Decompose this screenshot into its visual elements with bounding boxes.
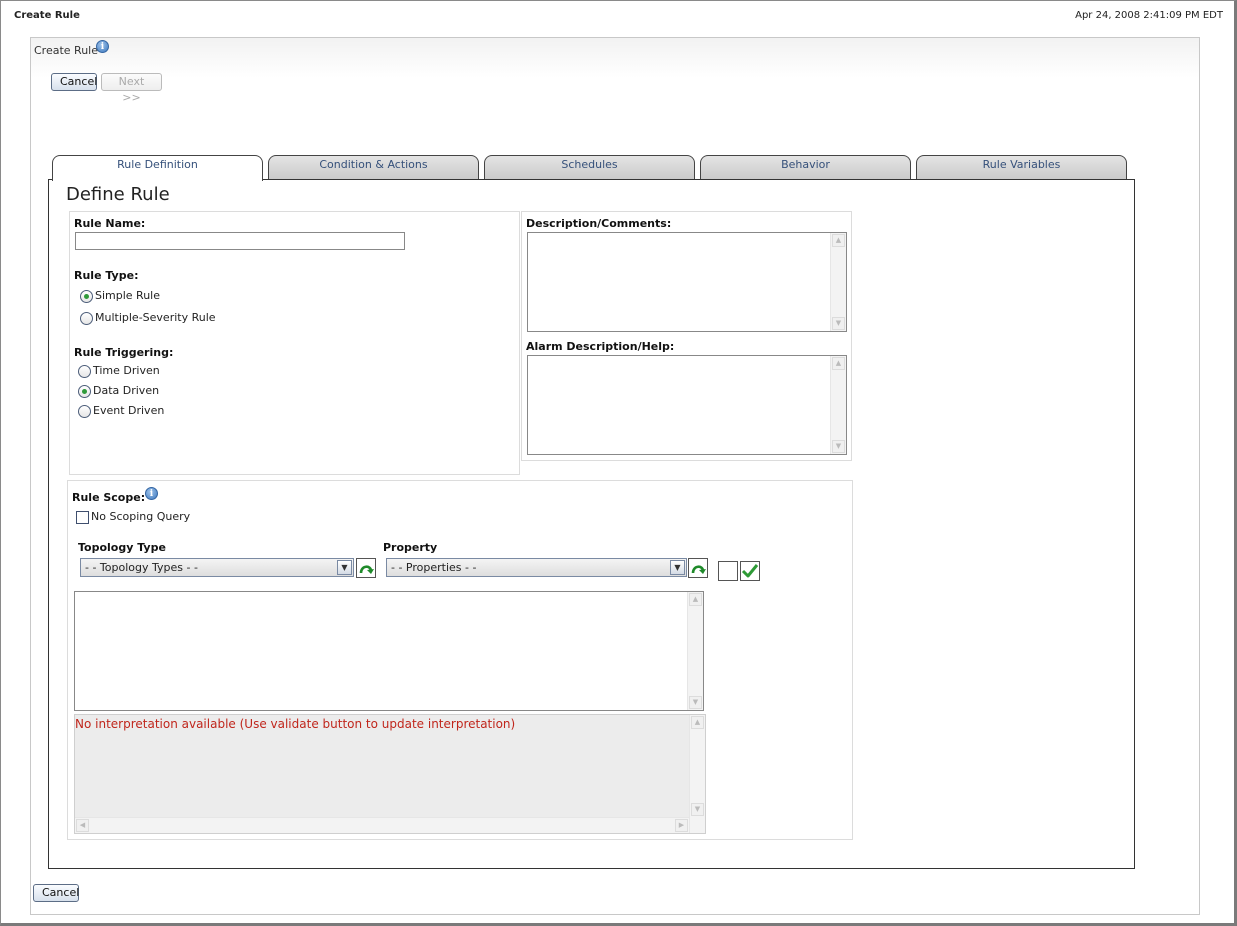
- multiple-severity-rule-label: Multiple-Severity Rule: [95, 311, 216, 324]
- alarm-description-textarea[interactable]: ▲ ▼: [527, 355, 847, 455]
- interpretation-vscrollbar[interactable]: ▲ ▼: [689, 715, 705, 833]
- validate-button[interactable]: [740, 561, 760, 581]
- rule-name-input[interactable]: [75, 232, 405, 250]
- interpretation-area: No interpretation available (Use validat…: [74, 714, 706, 834]
- chevron-down-icon[interactable]: ▼: [337, 560, 352, 575]
- no-scoping-query-option[interactable]: No Scoping Query: [76, 510, 190, 524]
- time-driven-label: Time Driven: [93, 364, 160, 377]
- event-driven-radio[interactable]: [78, 404, 91, 418]
- scope-info-icon[interactable]: i: [145, 487, 158, 500]
- description-section: Description/Comments: ▲ ▼ Alarm Descript…: [521, 211, 852, 461]
- tab-content: Define Rule Rule Name: Rule Type: Simple…: [48, 179, 1135, 869]
- property-value: - - Properties - -: [391, 561, 477, 574]
- tab-schedules[interactable]: Schedules: [484, 155, 695, 180]
- scroll-up-icon[interactable]: ▲: [832, 357, 845, 370]
- scroll-left-icon[interactable]: ◀: [76, 819, 89, 832]
- data-driven-radio[interactable]: [78, 384, 91, 398]
- scroll-right-icon[interactable]: ▶: [675, 819, 688, 832]
- scroll-up-icon[interactable]: ▲: [689, 593, 702, 606]
- event-driven-option[interactable]: Event Driven: [78, 404, 164, 418]
- panel-title-text: Create Rule: [34, 44, 98, 57]
- property-label: Property: [383, 541, 438, 554]
- panel-title: Create Rule: [34, 44, 98, 57]
- description-label: Description/Comments:: [526, 217, 672, 230]
- timestamp: Apr 24, 2008 2:41:09 PM EDT: [1075, 10, 1223, 21]
- bottom-cancel-button[interactable]: Cancel: [33, 884, 79, 902]
- scroll-down-icon[interactable]: ▼: [832, 317, 845, 330]
- multiple-severity-rule-radio[interactable]: [80, 311, 93, 325]
- description-scrollbar[interactable]: ▲ ▼: [830, 233, 846, 331]
- description-textarea[interactable]: ▲ ▼: [527, 232, 847, 332]
- define-rule-title: Define Rule: [66, 184, 170, 205]
- info-icon[interactable]: i: [96, 40, 109, 53]
- scroll-down-icon[interactable]: ▼: [832, 440, 845, 453]
- green-arrow-insert-icon: [359, 565, 374, 574]
- event-driven-label: Event Driven: [93, 404, 165, 417]
- green-checkmark-icon: [741, 564, 759, 578]
- next-button[interactable]: Next >>: [101, 73, 162, 104]
- rule-triggering-label: Rule Triggering:: [74, 346, 174, 359]
- green-arrow-insert-icon: [691, 565, 706, 574]
- insert-topology-button[interactable]: [356, 558, 376, 578]
- topology-type-value: - - Topology Types - -: [85, 561, 198, 574]
- window-title: Create Rule: [14, 10, 80, 21]
- data-driven-label: Data Driven: [93, 384, 160, 397]
- rule-type-label: Rule Type:: [74, 269, 139, 282]
- tab-rule-variables[interactable]: Rule Variables: [916, 155, 1127, 180]
- multiple-severity-rule-option[interactable]: Multiple-Severity Rule: [80, 311, 216, 325]
- topology-type-select[interactable]: - - Topology Types - - ▼: [80, 558, 354, 577]
- interpretation-text: No interpretation available (Use validat…: [75, 717, 516, 731]
- scope-query-textarea[interactable]: ▲ ▼: [74, 591, 704, 711]
- interpretation-hscrollbar[interactable]: ◀ ▶: [75, 817, 689, 833]
- simple-rule-label: Simple Rule: [95, 289, 161, 302]
- time-driven-option[interactable]: Time Driven: [78, 364, 160, 378]
- scroll-down-icon[interactable]: ▼: [689, 696, 702, 709]
- scroll-up-icon[interactable]: ▲: [691, 716, 704, 729]
- tab-rule-definition[interactable]: Rule Definition: [52, 155, 263, 181]
- chevron-down-icon[interactable]: ▼: [670, 560, 685, 575]
- property-select[interactable]: - - Properties - - ▼: [386, 558, 687, 577]
- insert-property-button[interactable]: [688, 558, 708, 578]
- cancel-button[interactable]: Cancel: [51, 73, 97, 91]
- alarm-description-scrollbar[interactable]: ▲ ▼: [830, 356, 846, 454]
- blank-action-button[interactable]: [718, 561, 738, 581]
- scope-query-scrollbar[interactable]: ▲ ▼: [687, 592, 703, 710]
- simple-rule-option[interactable]: Simple Rule: [80, 289, 160, 303]
- rule-scope-section: Rule Scope: i No Scoping Query Topology …: [67, 480, 853, 840]
- alarm-description-label: Alarm Description/Help:: [526, 340, 675, 353]
- no-scoping-query-label: No Scoping Query: [91, 510, 191, 523]
- topology-type-label: Topology Type: [78, 541, 166, 554]
- tab-condition-actions[interactable]: Condition & Actions: [268, 155, 479, 180]
- rule-name-label: Rule Name:: [74, 217, 146, 230]
- tab-behavior[interactable]: Behavior: [700, 155, 911, 180]
- data-driven-option[interactable]: Data Driven: [78, 384, 159, 398]
- scroll-down-icon[interactable]: ▼: [691, 803, 704, 816]
- simple-rule-radio[interactable]: [80, 289, 93, 303]
- scroll-up-icon[interactable]: ▲: [832, 234, 845, 247]
- time-driven-radio[interactable]: [78, 364, 91, 378]
- rule-scope-label: Rule Scope:: [72, 491, 146, 504]
- no-scoping-query-checkbox[interactable]: [76, 510, 89, 524]
- rule-basics-section: Rule Name: Rule Type: Simple Rule Multip…: [69, 211, 520, 475]
